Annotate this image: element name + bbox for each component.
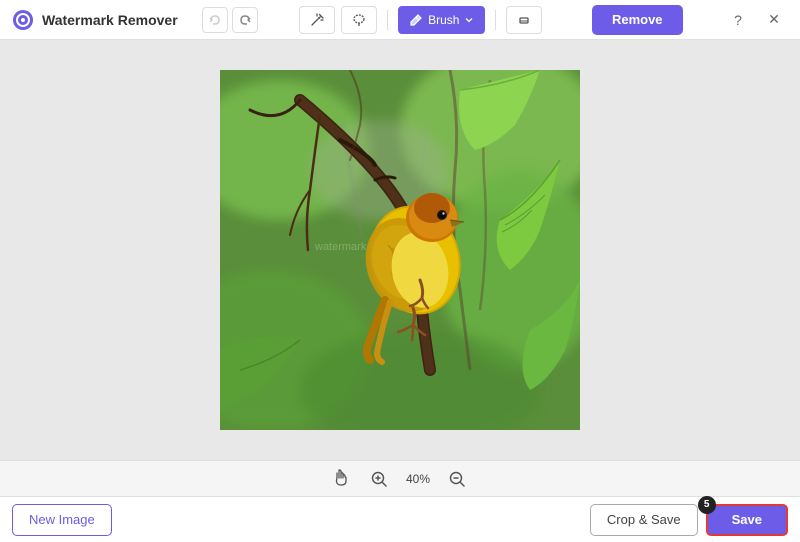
close-button[interactable]: ✕ [760, 6, 788, 34]
main-canvas: watermark [0, 40, 800, 460]
zoom-in-icon[interactable] [368, 468, 390, 490]
save-button[interactable]: Save [706, 504, 788, 536]
toolbar-divider [387, 10, 388, 30]
hand-tool-icon[interactable] [332, 468, 350, 489]
zoom-bar: 40% [0, 460, 800, 496]
brush-button[interactable]: Brush [398, 6, 485, 34]
brush-label: Brush [428, 13, 459, 27]
image-canvas[interactable]: watermark [220, 70, 580, 430]
lasso-icon [352, 13, 366, 27]
footer-right: Crop & Save 5 Save [590, 504, 788, 536]
window-controls: ? ✕ [724, 6, 788, 34]
magic-wand-icon [310, 13, 324, 27]
save-button-wrapper: 5 Save [706, 504, 788, 536]
crop-save-button[interactable]: Crop & Save [590, 504, 698, 536]
new-image-button[interactable]: New Image [12, 504, 112, 536]
zoom-out-icon[interactable] [446, 468, 468, 490]
svg-text:watermark: watermark [314, 241, 367, 253]
help-button[interactable]: ? [724, 6, 752, 34]
app-logo-icon [12, 9, 34, 31]
nav-controls [202, 7, 258, 33]
toolbar-divider-2 [495, 10, 496, 30]
zoom-percent: 40% [400, 472, 436, 486]
eraser-icon [517, 13, 531, 27]
title-bar: Watermark Remover [0, 0, 800, 40]
remove-button[interactable]: Remove [592, 5, 683, 35]
title-left: Watermark Remover [12, 7, 258, 33]
undo-button[interactable] [202, 7, 228, 33]
app-title: Watermark Remover [42, 12, 178, 28]
lasso-button[interactable] [341, 6, 377, 34]
magic-wand-button[interactable] [299, 6, 335, 34]
redo-button[interactable] [232, 7, 258, 33]
footer: New Image Crop & Save 5 Save [0, 496, 800, 542]
eraser-button[interactable] [506, 6, 542, 34]
brush-icon [409, 13, 423, 27]
chevron-down-icon [464, 15, 474, 25]
toolbar: Brush [299, 6, 542, 34]
